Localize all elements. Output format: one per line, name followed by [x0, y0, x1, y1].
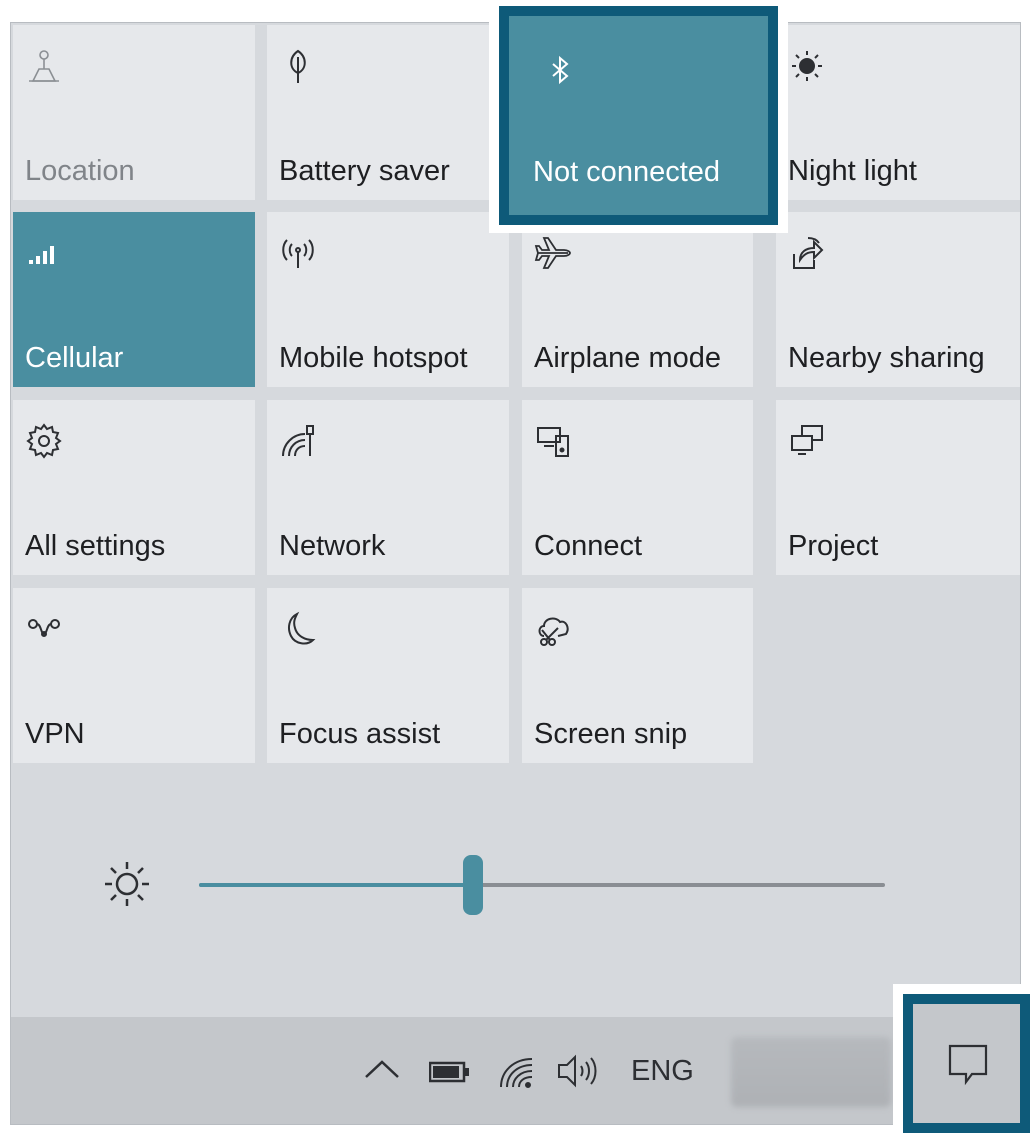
action-center-icon [948, 1044, 988, 1086]
project-icon [788, 422, 826, 460]
tile-label: Location [25, 155, 135, 187]
tile-label: Nearby sharing [788, 342, 985, 374]
tile-label: Focus assist [279, 718, 441, 750]
tile-label: Network [279, 530, 386, 562]
tile-label: Airplane mode [534, 342, 721, 374]
location-icon [25, 47, 63, 85]
airplane-icon [534, 234, 572, 272]
brightness-slider[interactable] [199, 855, 885, 915]
bluetooth-icon [541, 52, 579, 90]
gear-icon [25, 422, 63, 460]
tile-label: Not connected [533, 156, 721, 188]
language-indicator[interactable]: ENG [631, 1055, 694, 1088]
tile-mobile-hotspot[interactable]: Mobile hotspot [267, 212, 509, 387]
volume-icon[interactable] [555, 1053, 599, 1089]
battery-saver-icon [279, 47, 317, 85]
tile-network[interactable]: Network [267, 400, 509, 575]
tile-battery-saver[interactable]: Battery saver [267, 25, 509, 200]
bluetooth-tile-overlay[interactable]: Not connected [509, 16, 768, 215]
tile-label: All settings [25, 530, 166, 562]
tile-connect[interactable]: Connect [522, 400, 753, 575]
tile-project[interactable]: Project [776, 400, 1020, 575]
tile-label: Screen snip [534, 718, 688, 750]
wifi-icon[interactable] [498, 1053, 536, 1089]
taskbar: ENG [11, 1017, 1020, 1124]
moon-icon [279, 610, 317, 648]
tile-label: Battery saver [279, 155, 450, 187]
tile-vpn[interactable]: VPN [13, 588, 255, 763]
brightness-icon [99, 856, 155, 912]
tile-label: Cellular [25, 342, 124, 374]
cellular-icon [25, 234, 63, 272]
network-icon [279, 422, 317, 460]
connect-icon [534, 422, 572, 460]
tile-label: Night light [788, 155, 917, 187]
tile-night-light[interactable]: Night light [776, 25, 1020, 200]
tile-screen-snip[interactable]: Screen snip [522, 588, 753, 763]
brightness-slider-thumb[interactable] [463, 855, 484, 915]
tile-nearby-sharing[interactable]: Nearby sharing [776, 212, 1020, 387]
tile-label: Project [788, 530, 879, 562]
tile-all-settings[interactable]: All settings [13, 400, 255, 575]
vpn-icon [25, 610, 63, 648]
nearby-sharing-icon [788, 234, 826, 272]
tile-label: Connect [534, 530, 643, 562]
tile-label: Mobile hotspot [279, 342, 468, 374]
brightness-row [11, 786, 1020, 1016]
tile-airplane-mode[interactable]: Airplane mode [522, 212, 753, 387]
clock-blurred[interactable] [731, 1037, 891, 1107]
brightness-slider-fill [199, 883, 474, 887]
tile-label: VPN [25, 718, 85, 750]
tile-location[interactable]: Location [13, 25, 255, 200]
screen-snip-icon [534, 610, 572, 648]
tile-cellular[interactable]: Cellular [13, 212, 255, 387]
mobile-hotspot-icon [279, 234, 317, 272]
battery-icon[interactable] [429, 1061, 471, 1083]
chevron-up-icon[interactable] [363, 1057, 401, 1081]
night-light-icon [788, 47, 826, 85]
tile-focus-assist[interactable]: Focus assist [267, 588, 509, 763]
action-center-overlay[interactable] [913, 1004, 1020, 1123]
